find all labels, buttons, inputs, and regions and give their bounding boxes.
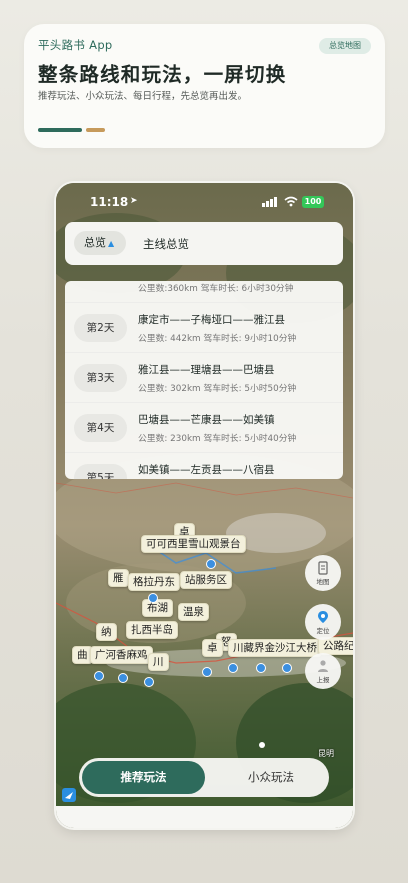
route-pin[interactable]	[228, 663, 238, 673]
day-row-3[interactable]: 第3天 雅江县——理塘县——巴塘县 公里数: 302km 驾车时长: 5小时50…	[65, 353, 343, 403]
map-label-service[interactable]: 站服务区	[180, 571, 232, 589]
person-icon	[318, 660, 328, 672]
location-arrow-icon: ➤	[130, 196, 138, 206]
map-layers-icon	[318, 561, 328, 575]
phone-screen: 11:18 ➤ 100 总览 ▲ 主线总览 公里数:360km 驾车时长: 6小时…	[56, 183, 353, 828]
tab-recommended[interactable]: 推荐玩法	[82, 761, 205, 794]
day-row-2[interactable]: 第2天 康定市——子梅垭口——雅江县 公里数: 442km 驾车时长: 9小时1…	[65, 303, 343, 353]
route-pin[interactable]	[118, 673, 128, 683]
day-meta: 公里数: 442km 驾车时长: 9小时10分钟	[138, 334, 297, 344]
map-toggle-button[interactable]: 地图	[305, 555, 341, 591]
phone-bottom-bezel	[56, 806, 353, 828]
day-row-5[interactable]: 第5天 如美镇——左贡县——八宿县	[65, 453, 343, 479]
route-pin[interactable]	[256, 663, 266, 673]
play-style-tabs: 推荐玩法 小众玩法	[79, 758, 329, 797]
overview-bar: 总览 ▲ 主线总览	[65, 222, 343, 265]
wifi-icon	[284, 196, 298, 207]
day-meta: 公里数: 230km 驾车时长: 5小时40分钟	[138, 434, 297, 444]
map-label-keke[interactable]: 可可西里雪山观景台	[141, 535, 246, 553]
satellite-map[interactable]	[56, 183, 353, 806]
map-label-zhuoma-2[interactable]: 卓	[202, 639, 223, 657]
headline: 整条路线和玩法，一屏切换	[38, 63, 287, 86]
map-label-hu[interactable]: 布湖	[142, 599, 173, 617]
map-label-bridge[interactable]: 川藏界金沙江大桥	[228, 639, 322, 657]
route-pin[interactable]	[148, 593, 158, 603]
map-label-gela[interactable]: 格拉丹东	[128, 573, 180, 591]
day-route: 雅江县——理塘县——巴塘县	[138, 364, 275, 376]
overview-map-badge: 总览地图	[319, 38, 371, 54]
day-meta: 公里数:360km 驾车时长: 6小时30分钟	[138, 284, 294, 294]
app-brand: 平头路书 App	[38, 38, 113, 52]
day-row-4[interactable]: 第4天 巴塘县——芒康县——如美镇 公里数: 230km 驾车时长: 5小时40…	[65, 403, 343, 453]
locate-label: 定位	[316, 627, 330, 635]
battery-indicator: 100	[302, 196, 324, 208]
map-label-na[interactable]: 纳	[96, 623, 117, 641]
overview-dropdown-button[interactable]: 总览 ▲	[74, 231, 126, 255]
route-pin[interactable]	[94, 671, 104, 681]
day-meta: 公里数: 302km 驾车时长: 5小时50分钟	[138, 384, 297, 394]
day-route: 康定市——子梅垭口——雅江县	[138, 314, 285, 326]
day-label: 第5天	[74, 464, 127, 479]
report-label: 上报	[316, 676, 330, 684]
map-provider-logo-icon	[62, 788, 76, 802]
caret-up-icon: ▲	[108, 239, 115, 248]
report-button[interactable]: 上报	[305, 653, 341, 689]
map-toggle-label: 地图	[316, 578, 330, 586]
day-label: 第3天	[74, 364, 127, 392]
cellular-signal-icon	[262, 197, 277, 207]
day-row-1[interactable]: 公里数:360km 驾车时长: 6小时30分钟	[65, 281, 343, 303]
status-time: 11:18	[90, 195, 129, 209]
route-pin[interactable]	[206, 559, 216, 569]
day-route: 巴塘县——芒康县——如美镇	[138, 414, 275, 426]
tab-niche[interactable]: 小众玩法	[215, 761, 327, 794]
map-label-zhaxi[interactable]: 扎西半岛	[126, 621, 178, 639]
accent-bar-secondary	[86, 128, 105, 132]
map-label-jiangxi[interactable]: 广河香麻鸡	[90, 646, 153, 664]
map-place-kunming: 昆明	[318, 749, 334, 758]
route-pin[interactable]	[144, 677, 154, 687]
location-pin-icon	[318, 611, 328, 623]
day-label: 第2天	[74, 314, 127, 342]
subheadline: 推荐玩法、小众玩法、每日行程，先总览再出发。	[38, 91, 248, 102]
status-bar: 11:18 ➤ 100	[56, 183, 353, 219]
day-route: 如美镇——左贡县——八宿县	[138, 464, 275, 476]
overview-title: 主线总览	[143, 237, 189, 251]
day-list[interactable]: 公里数:360km 驾车时长: 6小时30分钟 第2天 康定市——子梅垭口——雅…	[65, 281, 343, 479]
map-label-chuan[interactable]: 川	[148, 653, 169, 671]
intro-card: 平头路书 App 总览地图 整条路线和玩法，一屏切换 推荐玩法、小众玩法、每日行…	[24, 24, 385, 148]
route-pin[interactable]	[202, 667, 212, 677]
map-label-yan[interactable]: 雁	[108, 569, 129, 587]
day-label: 第4天	[74, 414, 127, 442]
accent-bar-primary	[38, 128, 82, 132]
map-label-wenquan[interactable]: 温泉	[178, 603, 209, 621]
locate-button[interactable]: 定位	[305, 604, 341, 640]
overview-button-label: 总览	[84, 236, 106, 249]
route-pin[interactable]	[282, 663, 292, 673]
